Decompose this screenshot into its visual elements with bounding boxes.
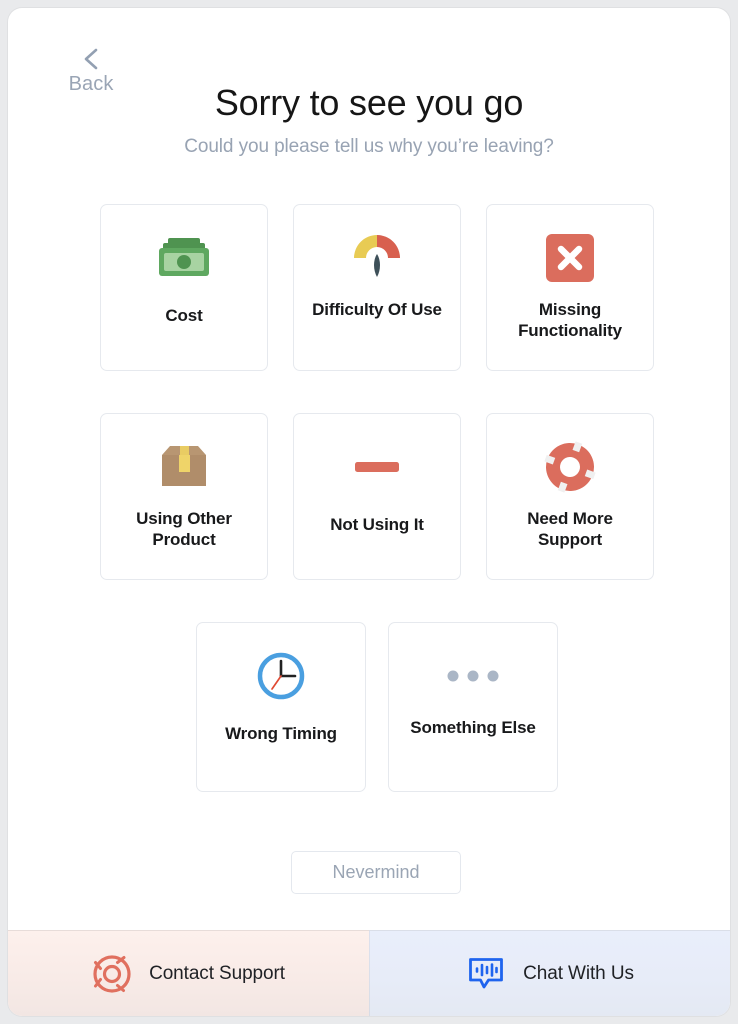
contact-support-label: Contact Support [149, 962, 285, 984]
nevermind-button[interactable]: Nevermind [291, 851, 461, 894]
option-card-cost[interactable]: Cost [100, 204, 268, 371]
page-title: Sorry to see you go [214, 82, 524, 123]
option-label: Need More Support [527, 509, 613, 549]
option-label: Something Else [410, 718, 536, 737]
chevron-left-icon [84, 48, 98, 70]
option-label: Cost [165, 306, 203, 325]
option-label: Using Other Product [136, 509, 232, 549]
option-card-missing-functionality[interactable]: Missing Functionality [486, 204, 654, 371]
option-card-something-else[interactable]: Something Else [388, 622, 558, 792]
money-icon [101, 227, 267, 289]
gauge-icon [294, 227, 460, 289]
option-label: Not Using It [330, 515, 424, 534]
life-ring-icon [487, 436, 653, 498]
life-ring-outline-icon [92, 954, 132, 994]
option-card-using-other-product[interactable]: Using Other Product [100, 413, 268, 580]
option-label: Difficulty Of Use [312, 300, 442, 319]
chat-with-us-label: Chat With Us [523, 962, 634, 984]
cancellation-survey-panel: Back Sorry to see you go Could you pleas… [8, 8, 730, 1016]
option-card-wrong-timing[interactable]: Wrong Timing [196, 622, 366, 792]
chat-bubble-waveform-icon [466, 954, 506, 994]
page-subtitle: Could you please tell us why you’re leav… [184, 136, 554, 157]
footer-bar: Contact Support Chat With Us [8, 930, 730, 1016]
minus-icon [294, 436, 460, 498]
clock-icon [197, 645, 365, 707]
app-screen: Back Sorry to see you go Could you pleas… [0, 0, 738, 1024]
chat-with-us-button[interactable]: Chat With Us [369, 930, 730, 1016]
option-card-difficulty-of-use[interactable]: Difficulty Of Use [293, 204, 461, 371]
contact-support-button[interactable]: Contact Support [8, 930, 369, 1016]
option-card-need-more-support[interactable]: Need More Support [486, 413, 654, 580]
option-label: Wrong Timing [225, 724, 337, 743]
ellipsis-icon [389, 645, 557, 707]
option-label: Missing Functionality [518, 300, 622, 340]
option-card-not-using-it[interactable]: Not Using It [293, 413, 461, 580]
box-icon [101, 436, 267, 498]
x-square-icon [487, 227, 653, 289]
